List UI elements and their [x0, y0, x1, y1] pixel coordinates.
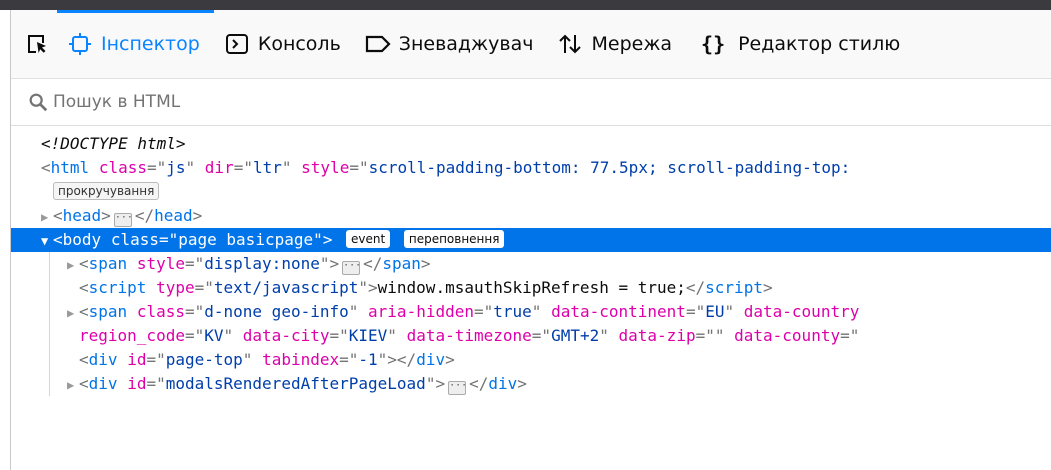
debugger-icon — [365, 31, 391, 57]
attr-name: class — [136, 302, 185, 321]
attr-value: modalsRenderedAfterPageLoad — [165, 374, 426, 393]
tree-node-doctype[interactable]: <!DOCTYPE html> — [11, 132, 1051, 156]
tree-node-html[interactable]: <html class="js" dir="ltr" style="scroll… — [11, 156, 1051, 180]
attr-name: data-continent — [551, 302, 686, 321]
tag-name: div — [88, 350, 118, 369]
scroll-badge[interactable]: прокручування — [53, 182, 160, 200]
collapse-arrow-icon[interactable]: ▼ — [41, 229, 53, 253]
tab-style-editor[interactable]: {} Редактор стилю — [686, 10, 914, 78]
attr-value: page-top — [165, 350, 243, 369]
attr-name: class — [110, 230, 159, 249]
attr-value: js — [166, 158, 186, 177]
tag-name: div — [88, 374, 118, 393]
attr-value: true — [493, 302, 532, 321]
attr-value: KIEV — [348, 326, 388, 345]
expand-arrow-icon[interactable]: ▶ — [67, 373, 79, 397]
tab-debugger[interactable]: Зневаджувач — [355, 10, 548, 78]
tree-node-span[interactable]: ▶ <span style="display:none"> ··· </span> — [11, 252, 1051, 276]
tab-network[interactable]: Мережа — [547, 10, 686, 78]
attr-name: tabindex — [262, 350, 340, 369]
tag-name: head — [154, 206, 193, 225]
tab-inspector[interactable]: Інспектор — [57, 10, 214, 78]
tag-name: span — [88, 254, 128, 273]
tree-node-modals[interactable]: ▶ <div id="modalsRenderedAfterPageLoad"> ·… — [11, 372, 1051, 396]
tab-debugger-label: Зневаджувач — [398, 33, 534, 55]
attr-name: dir — [204, 158, 234, 177]
attr-name: type — [156, 278, 195, 297]
tree-node-body[interactable]: ▼ <body class="page basicpage"> event пер… — [11, 228, 1051, 252]
tree-node-head[interactable]: ▶ <head> ··· </head> — [11, 204, 1051, 228]
attr-name: data-country — [743, 302, 860, 321]
collapsed-ellipsis-icon[interactable]: ··· — [113, 213, 133, 227]
tag-name: body — [62, 230, 102, 249]
tag-name: html — [50, 158, 90, 177]
element-picker-icon — [28, 35, 46, 53]
attr-name: id — [127, 350, 147, 369]
expand-arrow-icon[interactable]: ▶ — [41, 205, 53, 229]
devtools-toolbar: Інспектор Консоль Зневаджувач Мережа {} … — [11, 10, 1051, 79]
attr-value: KV — [204, 326, 224, 345]
script-content: window.msauthSkipRefresh = true; — [377, 278, 686, 297]
attr-name: data-city — [242, 326, 330, 345]
event-badge[interactable]: event — [346, 230, 391, 248]
body-children: ▶ <span style="display:none"> ··· </span> <… — [11, 252, 1051, 396]
network-icon — [557, 31, 583, 57]
attr-value: display:none — [204, 254, 320, 273]
style-editor-icon: {} — [701, 32, 726, 56]
tag-name: head — [62, 206, 102, 225]
window-top-border — [0, 0, 1051, 10]
tag-name: span — [382, 254, 421, 273]
tree-node-html-badge-row: прокручування — [11, 180, 1051, 204]
tag-name: div — [416, 350, 446, 369]
tag-name: script — [88, 278, 147, 297]
search-icon — [29, 93, 48, 112]
search-input[interactable] — [53, 92, 453, 112]
tree-node-script[interactable]: <script type="text/javascript">window.ms… — [11, 276, 1051, 300]
attr-value: d-none geo-info — [204, 302, 349, 321]
attr-name: data-zip — [618, 326, 696, 345]
tab-style-editor-label: Редактор стилю — [738, 33, 901, 55]
attr-name: aria-hidden — [368, 302, 474, 321]
attr-value: page basicpage — [178, 230, 314, 249]
attr-value: scroll-padding-bottom: 77.5px; scroll-pa… — [368, 158, 851, 177]
tag-name: script — [705, 278, 763, 297]
attr-value: text/javascript — [213, 278, 359, 297]
attr-name: region_code — [79, 326, 185, 345]
collapsed-ellipsis-icon[interactable]: ··· — [342, 261, 361, 275]
element-picker-button[interactable] — [17, 10, 57, 78]
attr-name: class — [98, 158, 147, 177]
expand-arrow-icon[interactable]: ▶ — [67, 301, 79, 325]
tree-node-page-top[interactable]: <div id="page-top" tabindex="-1"></div> — [11, 348, 1051, 372]
attr-value: ltr — [252, 158, 282, 177]
inspector-icon — [67, 31, 93, 57]
tab-console[interactable]: Консоль — [214, 10, 355, 78]
attr-name: data-timezone — [406, 326, 532, 345]
attr-name: style — [136, 254, 185, 273]
attr-value: GMT+2 — [551, 326, 600, 345]
tab-console-label: Консоль — [257, 33, 341, 55]
attr-name: style — [301, 158, 350, 177]
markup-tree: <!DOCTYPE html> <html class="js" dir="lt… — [11, 126, 1051, 396]
html-search-bar — [11, 79, 1051, 126]
tab-inspector-label: Інспектор — [101, 33, 200, 55]
doctype-text: <!DOCTYPE html> — [41, 134, 186, 153]
expand-arrow-icon[interactable]: ▶ — [67, 253, 79, 277]
devtools-panel: Інспектор Консоль Зневаджувач Мережа {} … — [10, 10, 1051, 470]
collapsed-ellipsis-icon[interactable]: ··· — [448, 381, 467, 395]
tag-name: span — [88, 302, 128, 321]
attr-value: -1 — [358, 350, 378, 369]
attr-name: data-county — [734, 326, 841, 345]
tag-name: div — [488, 374, 518, 393]
console-icon — [224, 31, 250, 57]
overflow-badge[interactable]: переповнення — [403, 230, 505, 248]
tree-node-geo-span[interactable]: ▶ <span class="d-none geo-info" aria-hidd… — [11, 300, 1051, 324]
attr-value: EU — [705, 302, 725, 321]
tree-node-geo-span-cont[interactable]: region_code="KV" data-city="KIEV" data-t… — [11, 324, 1051, 348]
tab-network-label: Мережа — [591, 33, 673, 55]
attr-name: id — [127, 374, 147, 393]
